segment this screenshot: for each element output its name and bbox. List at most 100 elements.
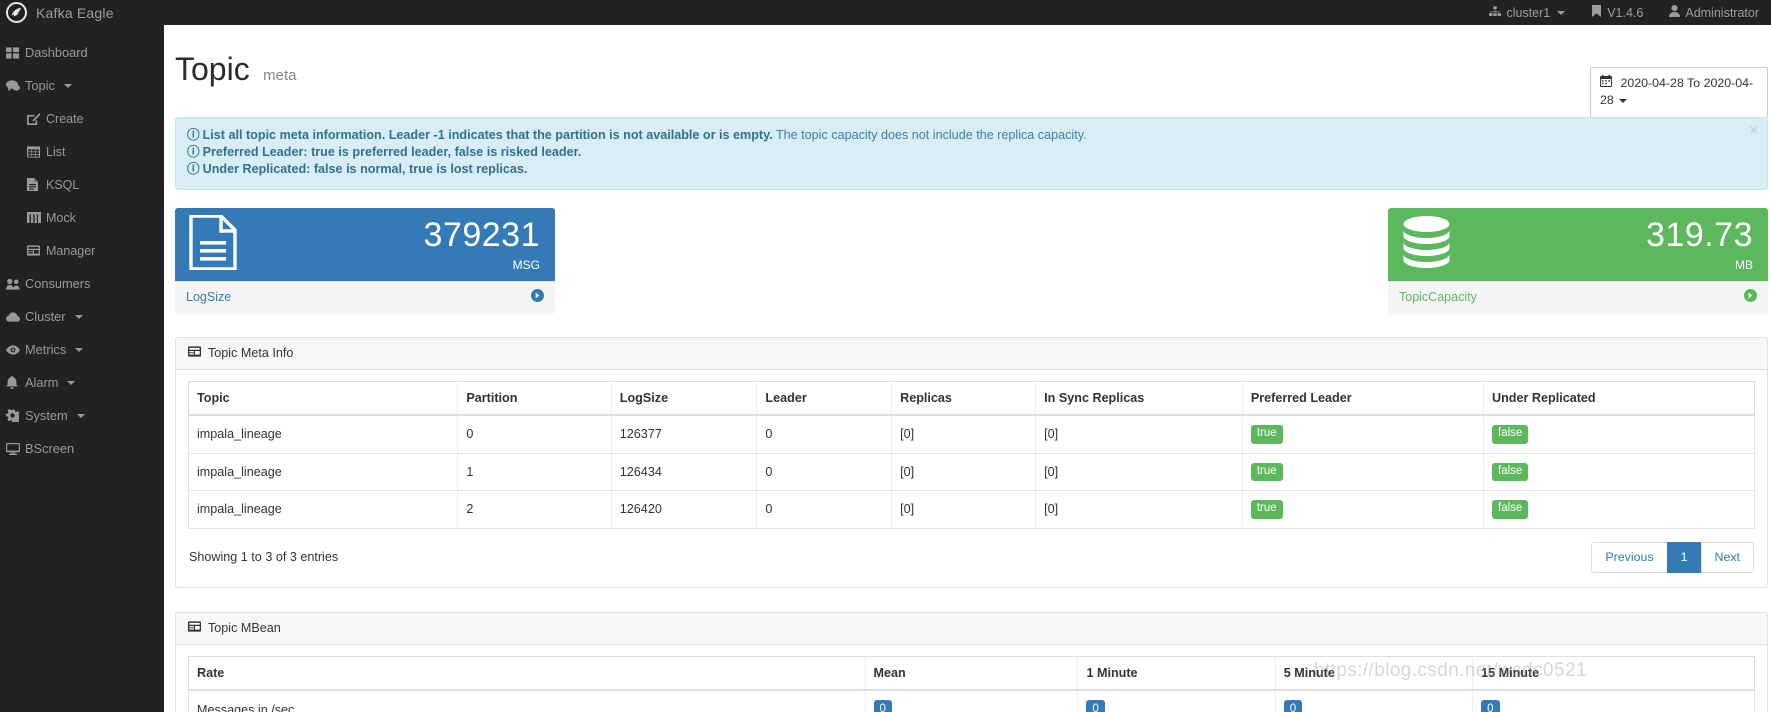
topiccapacity-panel-footer[interactable]: TopicCapacity <box>1388 281 1768 313</box>
bell-icon <box>6 376 23 389</box>
pagination: Previous 1 Next <box>1591 541 1754 573</box>
column-header-mean[interactable]: Mean <box>865 655 1079 691</box>
alert-close-icon[interactable]: × <box>1749 123 1758 138</box>
column-header-1-minute[interactable]: 1 Minute <box>1077 655 1276 691</box>
value-badge: 0 <box>1481 699 1500 712</box>
topiccapacity-panel-label: TopicCapacity <box>1399 290 1477 304</box>
chevron-down-icon <box>75 347 84 352</box>
navbar-cluster-selector[interactable]: cluster1 <box>1489 5 1566 20</box>
file-document-icon <box>188 213 237 275</box>
sidebar-item-system[interactable]: System <box>0 399 164 432</box>
cell-leader: 0 <box>756 415 893 454</box>
cloud-icon <box>6 311 23 322</box>
status-badge: false <box>1492 425 1529 444</box>
cell-preferred-leader: true <box>1242 415 1485 454</box>
status-badge: false <box>1492 462 1529 481</box>
cell-preferred-leader: true <box>1242 490 1485 529</box>
chevron-down-icon <box>1557 10 1566 15</box>
logsize-panel-footer[interactable]: LogSize <box>175 281 555 313</box>
cell-topic: impala_lineage <box>187 490 459 529</box>
value-badge: 0 <box>1086 699 1105 712</box>
logsize-panel-label: LogSize <box>186 290 232 304</box>
card-icon <box>188 620 201 635</box>
table-header-row: Topic Partition LogSize Leader Replicas … <box>187 381 1755 416</box>
sidebar-item-mock[interactable]: Mock <box>0 201 164 234</box>
cell-in-sync-replicas: [0] <box>1035 453 1243 491</box>
navbar-cluster-label: cluster1 <box>1506 5 1551 20</box>
navbar-user[interactable]: Administrator <box>1669 5 1759 20</box>
column-header-5-minute[interactable]: 5 Minute <box>1275 655 1474 691</box>
sidebar-item-list[interactable]: List <box>0 135 164 168</box>
sidebar-item-metrics[interactable]: Metrics <box>0 333 164 366</box>
alert-line: ⓘ Under Replicated: false is normal, true… <box>187 161 1737 178</box>
sidebar-item-cluster[interactable]: Cluster <box>0 300 164 333</box>
cell-1-minute: 0 <box>1077 689 1276 712</box>
sidebar-item-alarm[interactable]: Alarm <box>0 366 164 399</box>
logsize-panel-top: 379231 MSG <box>175 208 555 281</box>
table-row: impala_lineage 0 126377 0 [0] [0] true f… <box>187 415 1755 454</box>
table-row: impala_lineage 1 126434 0 [0] [0] true f… <box>187 453 1755 491</box>
navbar-version[interactable]: V1.4.6 <box>1591 5 1643 20</box>
sidebar-item-dashboard[interactable]: Dashboard <box>0 36 164 69</box>
logsize-value: 379231 <box>423 216 540 254</box>
column-header-logsize[interactable]: LogSize <box>611 381 758 416</box>
pagination-previous[interactable]: Previous <box>1591 541 1668 573</box>
cell-topic: impala_lineage <box>187 415 459 454</box>
sidebar-item-ksql[interactable]: KSQL <box>0 168 164 201</box>
topic-mbean-table-body: Messages in /sec 0 0 0 0 <box>188 689 1755 712</box>
topic-mbean-table: Rate Mean 1 Minute 5 Minute 15 Minute Me… <box>188 655 1755 712</box>
logsize-unit: MSG <box>512 258 540 272</box>
sidebar-item-label: Topic <box>25 78 55 93</box>
column-header-leader[interactable]: Leader <box>756 381 893 416</box>
topic-meta-table-body: impala_lineage 0 126377 0 [0] [0] true f… <box>187 415 1755 529</box>
sidebar-item-topic[interactable]: Topic <box>0 69 164 102</box>
table-header-row: Rate Mean 1 Minute 5 Minute 15 Minute <box>188 655 1755 691</box>
column-header-under-replicated[interactable]: Under Replicated <box>1483 381 1755 416</box>
logsize-stat-panel: 379231 MSG LogSize <box>175 208 555 313</box>
topiccapacity-values: 319.73 MB <box>1646 218 1753 271</box>
sitemap-icon <box>1489 5 1502 20</box>
sidebar-item-label: Create <box>46 111 84 126</box>
sidebar-item-consumers[interactable]: Consumers <box>0 267 164 300</box>
database-icon <box>1401 215 1452 275</box>
topic-meta-info-title: Topic Meta Info <box>208 346 294 360</box>
dashboard-icon <box>6 46 23 59</box>
status-badge: true <box>1250 425 1283 444</box>
topic-mbean-title: Topic MBean <box>208 620 281 635</box>
cell-under-replicated: false <box>1483 453 1755 491</box>
cell-15-minute: 0 <box>1472 689 1755 712</box>
sidebar-item-bscreen[interactable]: BScreen <box>0 432 164 465</box>
cell-in-sync-replicas: [0] <box>1035 490 1243 529</box>
brand[interactable]: Kafka Eagle <box>0 0 164 25</box>
navbar-user-label: Administrator <box>1685 5 1759 20</box>
users-icon <box>6 278 23 290</box>
column-header-preferred-leader[interactable]: Preferred Leader <box>1242 381 1485 416</box>
sidebar-item-create[interactable]: Create <box>0 102 164 135</box>
column-header-in-sync-replicas[interactable]: In Sync Replicas <box>1035 381 1243 416</box>
pagination-next[interactable]: Next <box>1700 541 1754 573</box>
cell-partition: 0 <box>457 415 612 454</box>
pagination-page-1[interactable]: 1 <box>1666 541 1702 573</box>
topic-mbean-header: Topic MBean <box>176 612 1767 645</box>
column-header-replicas[interactable]: Replicas <box>891 381 1037 416</box>
table-row: impala_lineage 2 126420 0 [0] [0] true f… <box>187 490 1755 529</box>
top-navbar: Kafka Eagle cluster1 V1.4.6 Administrato… <box>0 0 1771 25</box>
alert-line-soft: The topic capacity does not include the … <box>772 128 1087 142</box>
navbar-right-group: cluster1 V1.4.6 Administrator <box>1489 0 1771 25</box>
sidebar-item-label: BScreen <box>25 441 75 456</box>
topic-meta-info-header: Topic Meta Info <box>176 338 1767 370</box>
sidebar-item-manager[interactable]: Manager <box>0 234 164 267</box>
sidebar-item-label: Consumers <box>25 276 91 291</box>
column-header-topic[interactable]: Topic <box>187 381 459 416</box>
arrow-circle-right-icon <box>1744 289 1757 305</box>
sidebar-item-label: KSQL <box>46 177 80 192</box>
table-icon <box>27 145 44 158</box>
column-header-rate[interactable]: Rate <box>188 655 866 691</box>
stat-panels: 379231 MSG LogSize 319.73 MB TopicCapaci… <box>175 208 1768 313</box>
date-range-picker[interactable]: 2020-04-28 To 2020-04-28 <box>1590 67 1768 118</box>
cell-mean: 0 <box>865 689 1079 712</box>
column-header-partition[interactable]: Partition <box>457 381 612 416</box>
sidebar-item-label: Dashboard <box>25 45 88 60</box>
chevron-down-icon <box>1618 98 1627 103</box>
column-header-15-minute[interactable]: 15 Minute <box>1472 655 1755 691</box>
